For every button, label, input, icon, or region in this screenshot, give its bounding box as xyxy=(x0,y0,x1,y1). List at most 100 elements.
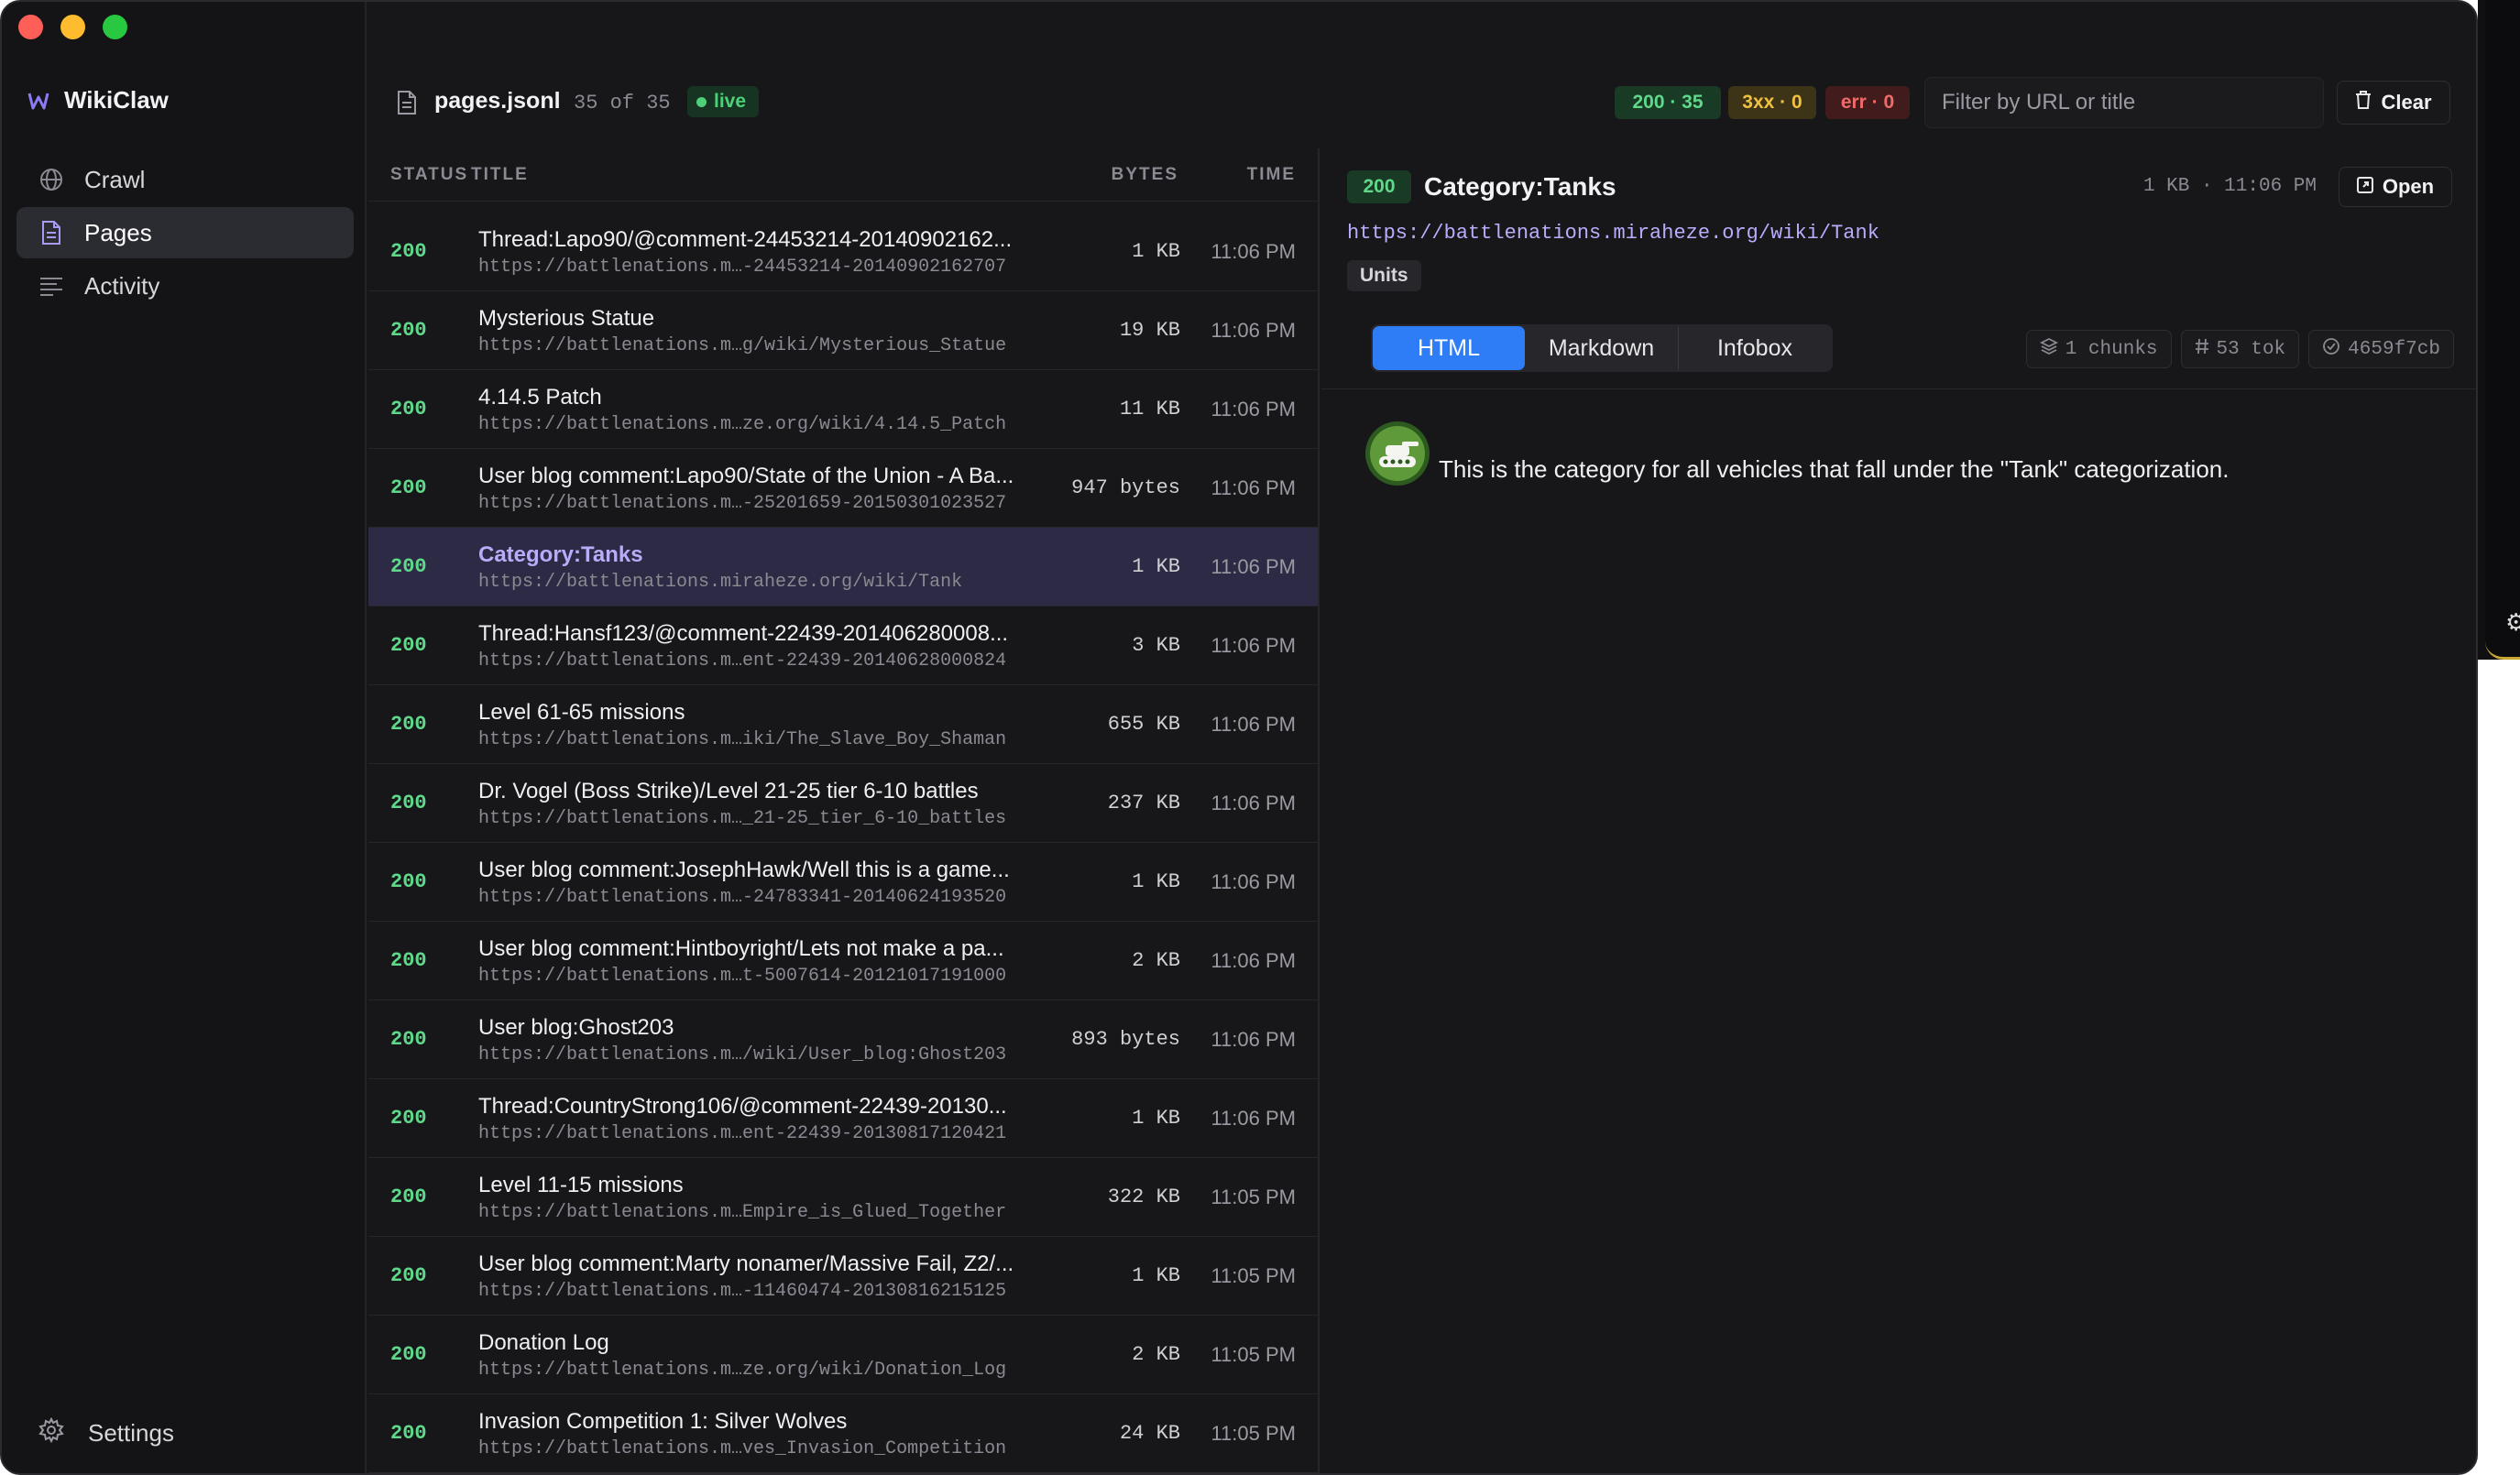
row-title: User blog:Ghost203 xyxy=(478,1015,674,1040)
row-time: 11:06 PM xyxy=(1211,319,1296,342)
app-window: WikiClaw Crawl Pages Activity Settings p… xyxy=(0,0,2478,1475)
status-filter-3xx[interactable]: 3xx · 0 xyxy=(1728,86,1816,119)
page-detail: 200 Category:Tanks 1 KB · 11:06 PM Open … xyxy=(1321,148,2476,1473)
file-icon xyxy=(396,90,418,115)
row-url: https://battlenations.m…-11460474-201308… xyxy=(478,1281,1007,1302)
sidebar-item-label: Activity xyxy=(84,271,160,300)
table-row[interactable]: 200 Thread:CountryStrong106/@comment-2243… xyxy=(368,1079,1318,1158)
column-header-bytes[interactable]: BYTES xyxy=(1112,165,1178,185)
row-title: 4.14.5 Patch xyxy=(478,385,602,410)
table-row[interactable]: 200 Level 11-15 missions https://battlenat… xyxy=(368,1158,1318,1237)
tank-category-image xyxy=(1364,420,1431,487)
table-row[interactable]: 200 Mysterious Statue https://battlenation… xyxy=(368,291,1318,370)
column-header-status[interactable]: STATUS xyxy=(390,165,468,185)
hash-value: 4659f7cb xyxy=(2348,338,2440,360)
tab-markdown[interactable]: Markdown xyxy=(1525,326,1679,370)
settings-button[interactable]: Settings xyxy=(38,1416,174,1449)
sidebar-item-crawl[interactable]: Crawl xyxy=(16,154,354,205)
table-row[interactable]: 200 User blog comment:Marty nonamer/Massi… xyxy=(368,1237,1318,1316)
table-row[interactable]: 200 Invasion Competition 1: Silver Wolves… xyxy=(368,1394,1318,1473)
settings-label: Settings xyxy=(88,1419,174,1447)
row-title: Level 11-15 missions xyxy=(478,1173,684,1197)
table-row[interactable]: 200 4.14.5 Patch https://battlenations.m…z… xyxy=(368,370,1318,449)
app-name: WikiClaw xyxy=(64,86,169,114)
row-title: Thread:CountryStrong106/@comment-22439-2… xyxy=(478,1094,1007,1119)
brand: WikiClaw xyxy=(27,86,169,115)
table-row[interactable]: 200 User blog:Ghost203 https://battlenatio… xyxy=(368,1000,1318,1079)
row-url: https://battlenations.m…ze.org/wiki/4.14… xyxy=(478,414,1007,435)
sidebar-item-activity[interactable]: Activity xyxy=(16,260,354,311)
table-row[interactable]: 200 Thread:Hansf123/@comment-22439-201406… xyxy=(368,606,1318,685)
row-time: 11:06 PM xyxy=(1211,398,1296,421)
row-time: 11:05 PM xyxy=(1211,1422,1296,1445)
tab-infobox[interactable]: Infobox xyxy=(1679,326,1831,370)
row-title: User blog comment:JosephHawk/Well this i… xyxy=(478,858,1010,882)
detail-meta: 1 KB · 11:06 PM xyxy=(2142,176,2317,197)
row-url: https://battlenations.m…-24453214-201409… xyxy=(478,257,1007,278)
sidebar-item-pages[interactable]: Pages xyxy=(16,207,354,258)
status-filter-200[interactable]: 200 · 35 xyxy=(1615,86,1721,119)
row-title: Invasion Competition 1: Silver Wolves xyxy=(478,1409,848,1434)
hash-icon xyxy=(2195,338,2209,361)
row-time: 11:06 PM xyxy=(1211,870,1296,893)
row-bytes: 11 KB xyxy=(1119,398,1180,421)
row-bytes: 1 KB xyxy=(1132,555,1180,578)
activity-lines-icon xyxy=(38,273,64,299)
row-time: 11:06 PM xyxy=(1211,634,1296,657)
detail-url-link[interactable]: https://battlenations.miraheze.org/wiki/… xyxy=(1347,222,1879,245)
filter-input[interactable]: Filter by URL or title xyxy=(1924,77,2324,128)
row-status: 200 xyxy=(390,319,427,342)
row-status: 200 xyxy=(390,1264,427,1287)
row-title: Category:Tanks xyxy=(478,542,643,567)
pages-list: STATUS TITLE BYTES TIME 200 Thread:Lapo90… xyxy=(368,148,1320,1473)
adjacent-window-edge: ⚙ xyxy=(2478,0,2520,660)
table-row[interactable]: 200 User blog comment:Hintboyright/Lets n… xyxy=(368,922,1318,1000)
row-title: Dr. Vogel (Boss Strike)/Level 21-25 tier… xyxy=(478,779,979,803)
content-paragraph: This is the category for all vehicles th… xyxy=(1439,455,2230,483)
sidebar-item-label: Crawl xyxy=(84,165,146,193)
tab-html[interactable]: HTML xyxy=(1373,326,1525,370)
row-url: https://battlenations.m…ze.org/wiki/Dona… xyxy=(478,1360,1007,1381)
table-row[interactable]: 200 Dr. Vogel (Boss Strike)/Level 21-25 t… xyxy=(368,764,1318,843)
row-url: https://battlenations.m…_21-25_tier_6-10… xyxy=(478,808,1007,829)
table-row[interactable]: 200 Level 61-65 missions https://battlenat… xyxy=(368,685,1318,764)
row-title: User blog comment:Hintboyright/Lets not … xyxy=(478,936,1004,961)
category-tag[interactable]: Units xyxy=(1347,260,1421,291)
status-filter-err[interactable]: err · 0 xyxy=(1825,86,1910,119)
row-status: 200 xyxy=(390,1343,427,1366)
row-url: https://battlenations.m…iki/The_Slave_Bo… xyxy=(478,729,1007,750)
row-title: Level 61-65 missions xyxy=(478,700,685,725)
row-time: 11:06 PM xyxy=(1211,555,1296,578)
row-time: 11:05 PM xyxy=(1211,1343,1296,1366)
row-bytes: 2 KB xyxy=(1132,949,1180,972)
row-url: https://battlenations.m…-25201659-201503… xyxy=(478,493,1007,514)
minimize-window-button[interactable] xyxy=(60,15,85,39)
row-bytes: 1 KB xyxy=(1132,1264,1180,1287)
row-url: https://battlenations.m…-24783341-201406… xyxy=(478,887,1007,908)
clear-label: Clear xyxy=(2381,91,2432,114)
row-time: 11:05 PM xyxy=(1211,1185,1296,1208)
row-title: Thread:Lapo90/@comment-24453214-20140902… xyxy=(478,227,1013,252)
maximize-window-button[interactable] xyxy=(103,15,127,39)
column-header-title[interactable]: TITLE xyxy=(471,165,529,185)
table-row[interactable]: 200 Donation Log https://battlenations.m…z… xyxy=(368,1316,1318,1394)
file-name: pages.jsonl xyxy=(434,88,561,114)
detail-stats: 1 chunks 53 tok 4659f7cb xyxy=(2025,330,2454,368)
gear-icon xyxy=(38,1416,64,1449)
clear-button[interactable]: Clear xyxy=(2337,81,2450,125)
chunks-chip: 1 chunks xyxy=(2025,330,2172,368)
live-badge: live xyxy=(687,86,760,117)
row-time: 11:06 PM xyxy=(1211,949,1296,972)
column-header-time[interactable]: TIME xyxy=(1247,165,1296,185)
adjacent-window xyxy=(2485,0,2520,660)
page-count: 35 of 35 xyxy=(574,92,671,115)
gear-icon[interactable]: ⚙ xyxy=(2505,608,2520,636)
row-status: 200 xyxy=(390,1107,427,1130)
table-row[interactable]: 200 User blog comment:Lapo90/State of the… xyxy=(368,449,1318,528)
table-row[interactable]: 200 User blog comment:JosephHawk/Well thi… xyxy=(368,843,1318,922)
close-window-button[interactable] xyxy=(18,15,43,39)
open-button[interactable]: Open xyxy=(2339,167,2452,207)
table-row-selected[interactable]: 200 Category:Tanks https://battlenations.m… xyxy=(368,528,1318,606)
row-status: 200 xyxy=(390,1028,427,1051)
table-row[interactable]: 200 Thread:Lapo90/@comment-24453214-20140… xyxy=(368,213,1318,291)
